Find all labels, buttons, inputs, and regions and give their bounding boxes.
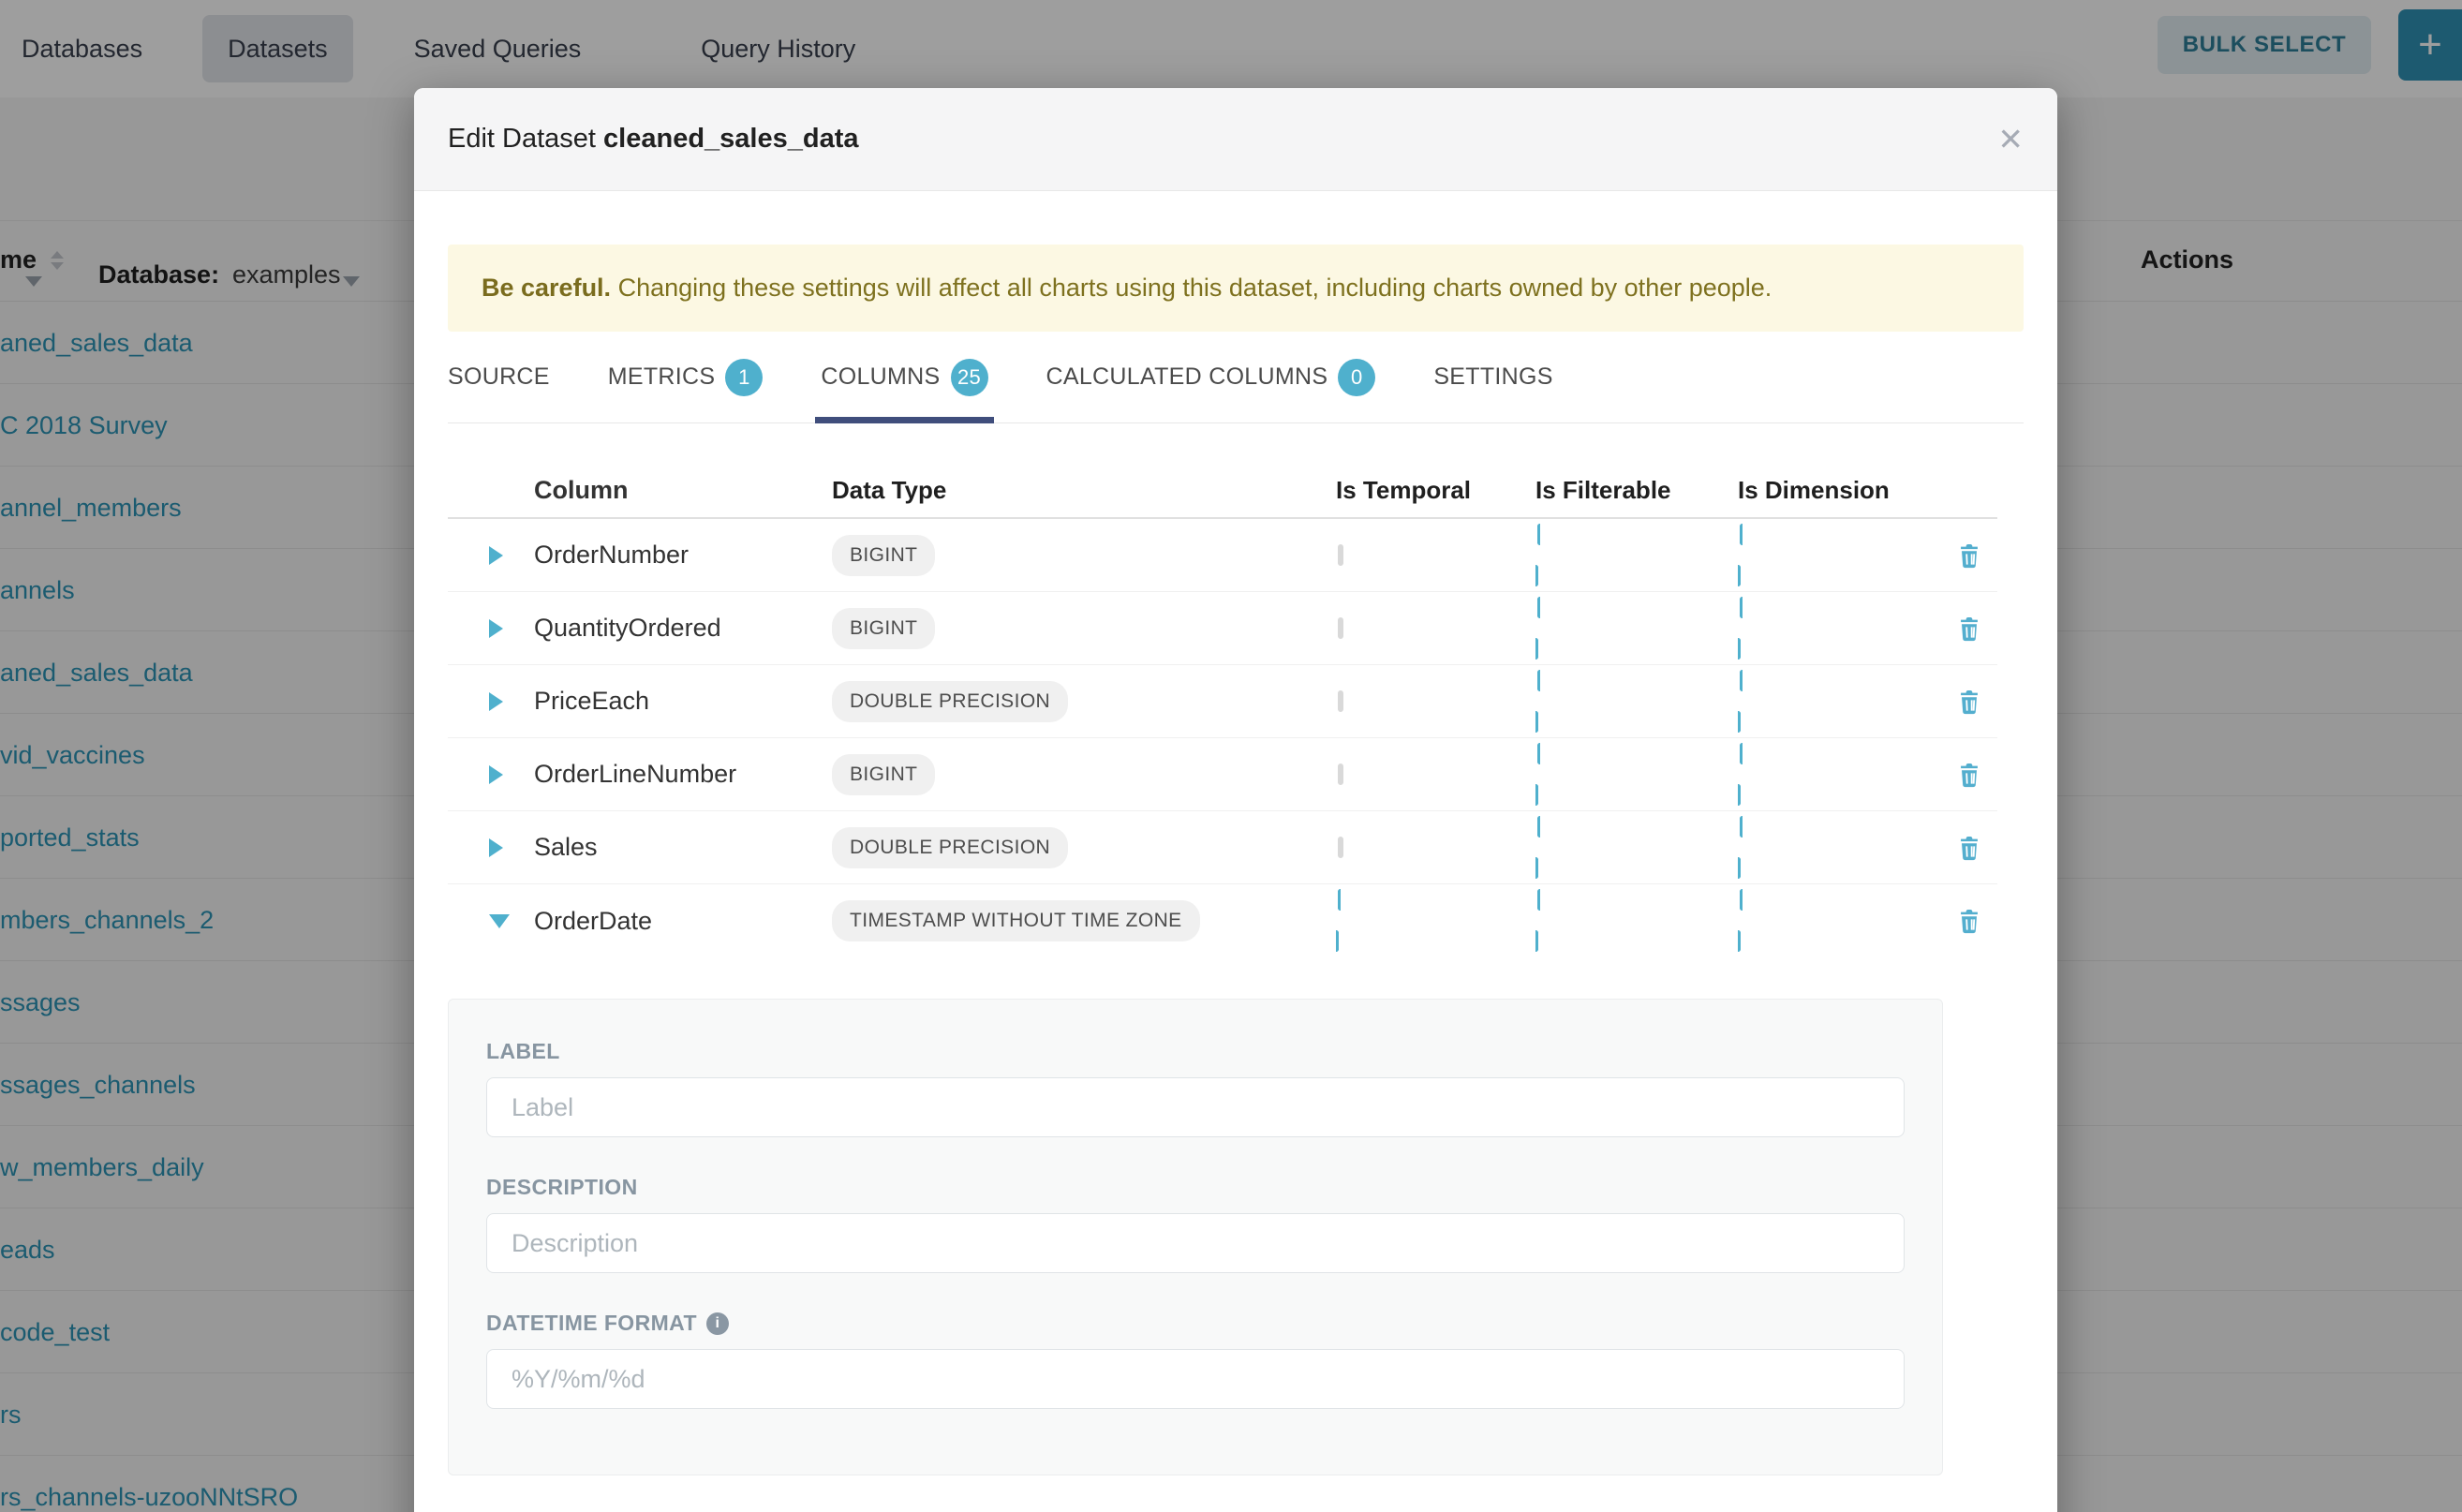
header-data-type: Data Type <box>832 476 1336 505</box>
is-temporal-checkbox[interactable] <box>1336 889 1535 952</box>
is-filterable-checkbox[interactable] <box>1535 743 1738 806</box>
column-name: OrderLineNumber <box>534 760 832 789</box>
label-input[interactable] <box>486 1077 1905 1137</box>
expand-caret-icon[interactable] <box>489 546 503 565</box>
tab-calculated-columns[interactable]: CALCULATED COLUMNS0 <box>1046 332 1376 422</box>
is-temporal-checkbox[interactable] <box>1338 544 1343 566</box>
delete-icon[interactable] <box>1954 760 1984 790</box>
delete-icon[interactable] <box>1954 541 1984 571</box>
is-dimension-checkbox[interactable] <box>1738 597 1940 660</box>
is-temporal-checkbox[interactable] <box>1338 690 1343 712</box>
tab-metrics[interactable]: METRICS1 <box>608 332 764 422</box>
datetime-format-field-label: DATETIME FORMATi <box>486 1311 1905 1336</box>
columns-count-badge: 25 <box>951 359 988 396</box>
delete-icon[interactable] <box>1954 833 1984 863</box>
collapse-caret-icon[interactable] <box>489 914 510 928</box>
is-filterable-checkbox[interactable] <box>1535 816 1738 879</box>
is-dimension-checkbox[interactable] <box>1738 816 1940 879</box>
table-row: QuantityOrdered BIGINT <box>448 592 1997 665</box>
label-field-label: LABEL <box>486 1039 1905 1064</box>
is-temporal-checkbox[interactable] <box>1338 763 1343 785</box>
edit-dataset-modal: Edit Dataset cleaned_sales_data ✕ Be car… <box>414 88 2057 1512</box>
table-row: OrderLineNumber BIGINT <box>448 738 1997 811</box>
is-filterable-checkbox[interactable] <box>1535 889 1738 952</box>
data-type-pill: DOUBLE PRECISION <box>832 681 1068 722</box>
delete-icon[interactable] <box>1954 906 1984 936</box>
table-row: Sales DOUBLE PRECISION <box>448 811 1997 884</box>
column-name: OrderDate <box>534 907 832 936</box>
is-dimension-checkbox[interactable] <box>1738 889 1940 952</box>
header-column: Column <box>534 476 832 505</box>
expand-caret-icon[interactable] <box>489 765 503 784</box>
column-detail-panel: LABEL DESCRIPTION DATETIME FORMATi <box>448 999 1943 1475</box>
data-type-pill: DOUBLE PRECISION <box>832 827 1068 868</box>
data-type-pill: BIGINT <box>832 535 935 576</box>
table-row: OrderNumber BIGINT <box>448 519 1997 592</box>
columns-table: Column Data Type Is Temporal Is Filterab… <box>448 463 1997 957</box>
columns-table-header: Column Data Type Is Temporal Is Filterab… <box>448 463 1997 519</box>
tab-columns[interactable]: COLUMNS25 <box>821 332 987 422</box>
datetime-format-input[interactable] <box>486 1349 1905 1409</box>
expand-caret-icon[interactable] <box>489 619 503 638</box>
description-field-label: DESCRIPTION <box>486 1175 1905 1200</box>
delete-icon[interactable] <box>1954 687 1984 717</box>
expand-caret-icon[interactable] <box>489 838 503 857</box>
modal-tabs: SOURCE METRICS1 COLUMNS25 CALCULATED COL… <box>448 332 2024 423</box>
column-name: PriceEach <box>534 687 832 716</box>
description-input[interactable] <box>486 1213 1905 1273</box>
warning-bold: Be careful. <box>482 274 611 302</box>
is-temporal-checkbox[interactable] <box>1338 837 1343 858</box>
data-type-pill: BIGINT <box>832 608 935 649</box>
is-temporal-checkbox[interactable] <box>1338 617 1343 639</box>
tab-settings[interactable]: SETTINGS <box>1433 332 1552 422</box>
is-dimension-checkbox[interactable] <box>1738 743 1940 806</box>
is-dimension-checkbox[interactable] <box>1738 524 1940 586</box>
column-name: Sales <box>534 833 832 862</box>
delete-icon[interactable] <box>1954 614 1984 644</box>
column-name: QuantityOrdered <box>534 614 832 643</box>
calculated-columns-count-badge: 0 <box>1338 359 1375 396</box>
tab-source[interactable]: SOURCE <box>448 332 550 422</box>
modal-header: Edit Dataset cleaned_sales_data ✕ <box>414 88 2057 191</box>
table-row: OrderDate TIMESTAMP WITHOUT TIME ZONE <box>448 884 1997 957</box>
column-name: OrderNumber <box>534 541 832 570</box>
warning-banner: Be careful. Changing these settings will… <box>448 245 2024 332</box>
header-is-filterable: Is Filterable <box>1535 476 1738 505</box>
dataset-name: cleaned_sales_data <box>603 124 858 154</box>
modal-title: Edit Dataset cleaned_sales_data <box>448 124 859 155</box>
warning-text: Changing these settings will affect all … <box>611 274 1772 302</box>
table-row: PriceEach DOUBLE PRECISION <box>448 665 1997 738</box>
info-icon[interactable]: i <box>706 1312 729 1335</box>
is-filterable-checkbox[interactable] <box>1535 597 1738 660</box>
expand-caret-icon[interactable] <box>489 692 503 711</box>
header-is-temporal: Is Temporal <box>1336 476 1535 505</box>
is-filterable-checkbox[interactable] <box>1535 524 1738 586</box>
modal-body: Be careful. Changing these settings will… <box>414 245 2057 1475</box>
metrics-count-badge: 1 <box>725 359 763 396</box>
is-filterable-checkbox[interactable] <box>1535 670 1738 733</box>
close-icon[interactable]: ✕ <box>1997 124 2024 155</box>
is-dimension-checkbox[interactable] <box>1738 670 1940 733</box>
header-is-dimension: Is Dimension <box>1738 476 1940 505</box>
data-type-pill: TIMESTAMP WITHOUT TIME ZONE <box>832 900 1200 941</box>
data-type-pill: BIGINT <box>832 754 935 795</box>
